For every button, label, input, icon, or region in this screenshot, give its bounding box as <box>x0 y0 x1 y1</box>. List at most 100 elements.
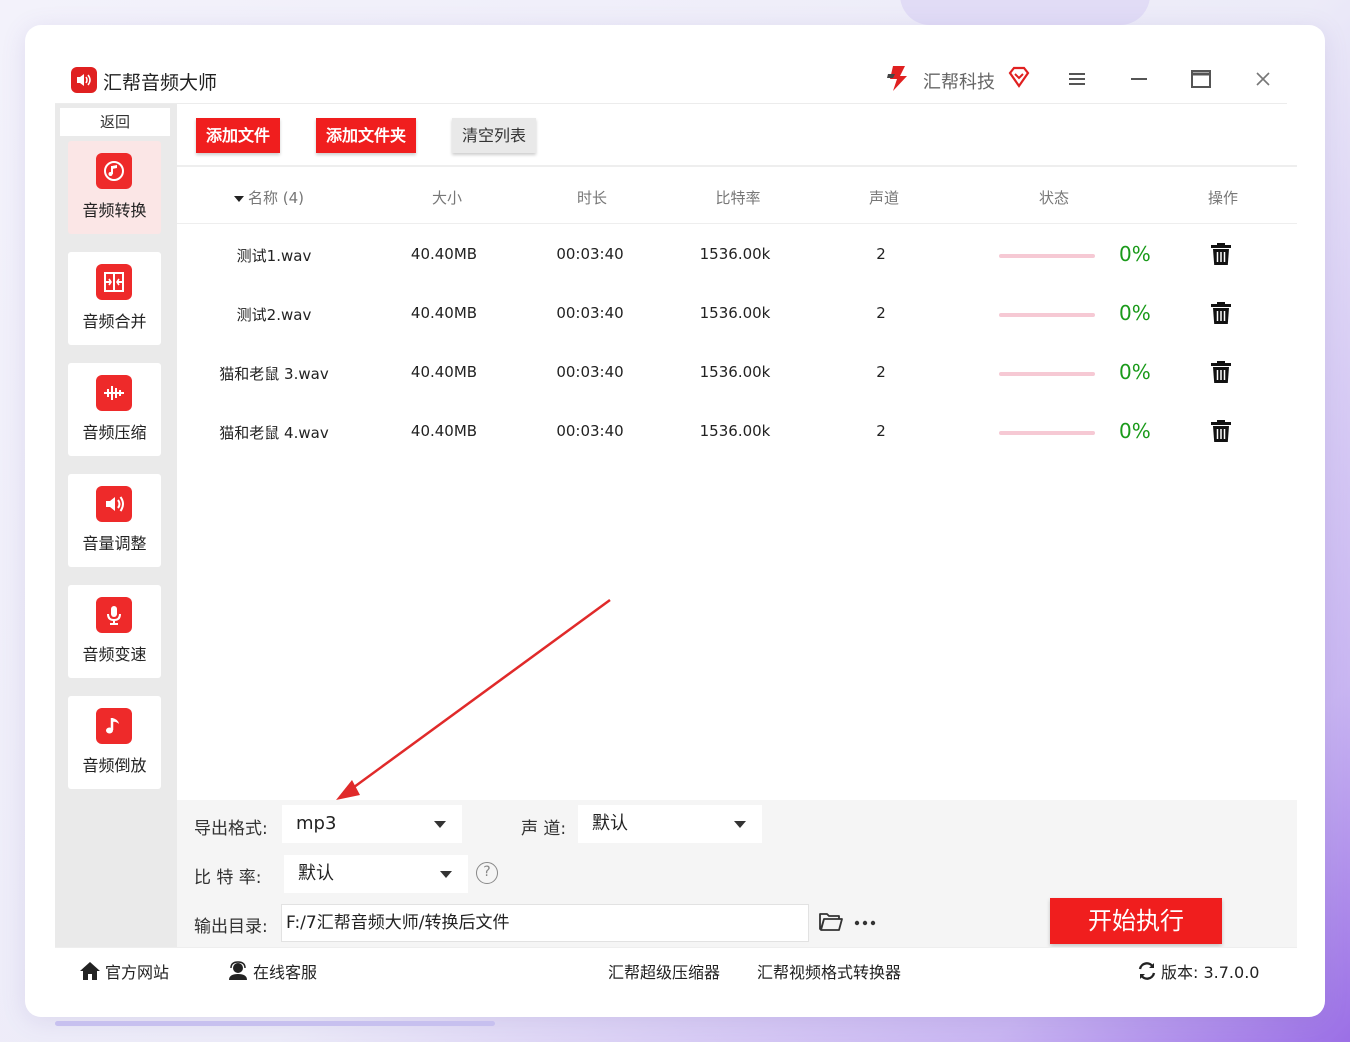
sidebar-item-audio-speed[interactable]: 音频变速 <box>68 585 161 678</box>
status-percent: 0% <box>1119 419 1151 443</box>
cell-name: 测试1.wav <box>236 247 312 265</box>
official-website-link[interactable]: 官方网站 <box>79 959 169 983</box>
bitrate-label: 比 特 率: <box>194 868 262 888</box>
header-duration: 时长 <box>576 189 607 207</box>
progress-bar <box>999 431 1095 435</box>
audio-speed-icon <box>96 597 132 633</box>
cell-bitrate: 1536.00k <box>699 245 771 263</box>
help-icon[interactable]: ? <box>476 862 498 884</box>
cell-bitrate: 1536.00k <box>699 422 771 440</box>
cell-duration: 00:03:40 <box>556 422 624 440</box>
compressor-link[interactable]: 汇帮超级压缩器 <box>608 959 720 983</box>
cell-name: 猫和老鼠 4.wav <box>219 424 329 442</box>
channel-label: 声 道: <box>521 819 567 839</box>
vip-diamond-icon[interactable] <box>1007 65 1031 89</box>
bitrate-select[interactable]: 默认 <box>284 855 468 893</box>
status-percent: 0% <box>1119 360 1151 384</box>
app-title: 汇帮音频大师 <box>103 72 218 94</box>
background-decoration <box>900 0 1150 25</box>
audio-merge-icon <box>96 264 132 300</box>
version-label: 版本: 3.7.0.0 <box>1161 963 1260 982</box>
sidebar-item-audio-merge[interactable]: 音频合并 <box>68 252 161 345</box>
close-icon[interactable] <box>1248 64 1278 94</box>
brand-logo-icon <box>887 66 907 91</box>
cell-channels: 2 <box>876 304 886 322</box>
cell-channels: 2 <box>876 422 886 440</box>
format-select[interactable]: mp3 <box>282 805 462 843</box>
cell-duration: 00:03:40 <box>556 304 624 322</box>
cell-duration: 00:03:40 <box>556 245 624 263</box>
cell-name: 猫和老鼠 3.wav <box>219 365 329 383</box>
more-options-icon[interactable] <box>853 912 877 932</box>
output-path-input[interactable]: F:/7汇帮音频大师/转换后文件 <box>281 904 809 942</box>
official-website-label: 官方网站 <box>105 963 170 982</box>
status-percent: 0% <box>1119 301 1151 325</box>
bitrate-value: 默认 <box>298 863 334 884</box>
cell-bitrate: 1536.00k <box>699 363 771 381</box>
table-row[interactable]: 测试2.wav 40.40MB 00:03:40 1536.00k 2 0% <box>177 284 1297 343</box>
footer: 官方网站 在线客服 汇帮超级压缩器 汇帮视频格式转换器 版本: 3.7.0.0 <box>55 947 1297 989</box>
brand-name: 汇帮科技 <box>923 72 995 93</box>
chevron-down-icon <box>734 821 746 828</box>
cell-size: 40.40MB <box>410 304 478 322</box>
audio-reverse-icon <box>96 708 132 744</box>
add-folder-button[interactable]: 添加文件夹 <box>316 118 417 153</box>
audio-compress-icon <box>96 375 132 411</box>
table-row[interactable]: 猫和老鼠 4.wav 40.40MB 00:03:40 1536.00k 2 0% <box>177 402 1297 461</box>
progress-bar <box>999 254 1095 258</box>
trash-icon[interactable] <box>1210 301 1232 325</box>
header-bitrate: 比特率 <box>715 189 761 207</box>
progress-bar <box>999 313 1095 317</box>
sidebar-item-audio-compress[interactable]: 音频压缩 <box>68 363 161 456</box>
home-icon <box>80 962 100 980</box>
toolbar: 添加文件 添加文件夹 清空列表 <box>177 104 1297 166</box>
maximize-icon[interactable] <box>1186 64 1216 94</box>
trash-icon[interactable] <box>1210 360 1232 384</box>
app-logo-icon <box>71 67 97 93</box>
table-row[interactable]: 测试1.wav 40.40MB 00:03:40 1536.00k 2 0% <box>177 225 1297 284</box>
video-converter-link[interactable]: 汇帮视频格式转换器 <box>757 959 901 983</box>
cell-duration: 00:03:40 <box>556 363 624 381</box>
cell-channels: 2 <box>876 363 886 381</box>
cell-size: 40.40MB <box>410 422 478 440</box>
trash-icon[interactable] <box>1210 419 1232 443</box>
start-button[interactable]: 开始执行 <box>1050 898 1222 944</box>
status-percent: 0% <box>1119 242 1151 266</box>
audio-convert-icon <box>96 153 132 189</box>
header-size: 大小 <box>431 189 462 207</box>
cell-size: 40.40MB <box>410 245 478 263</box>
channel-value: 默认 <box>592 813 628 834</box>
sidebar-item-volume-adjust[interactable]: 音量调整 <box>68 474 161 567</box>
trash-icon[interactable] <box>1210 242 1232 266</box>
sidebar-item-label: 音频压缩 <box>82 423 147 442</box>
header-name[interactable]: 名称 (4) <box>234 187 354 208</box>
background-scroll-bar <box>55 1021 495 1026</box>
table-row[interactable]: 猫和老鼠 3.wav 40.40MB 00:03:40 1536.00k 2 0% <box>177 343 1297 402</box>
sidebar-item-label: 音频转换 <box>82 201 147 220</box>
header-action: 操作 <box>1207 189 1238 207</box>
version-info[interactable]: 版本: 3.7.0.0 <box>1137 959 1259 983</box>
sidebar-item-label: 音量调整 <box>82 534 147 553</box>
progress-bar <box>999 372 1095 376</box>
output-settings: 导出格式: mp3 声 道: 默认 比 特 率: 默认 ? 输出目录: F:/7… <box>177 800 1297 947</box>
sidebar-item-label: 音频变速 <box>82 645 147 664</box>
volume-adjust-icon <box>96 486 132 522</box>
back-button[interactable]: 返回 <box>60 108 170 136</box>
sidebar-item-audio-reverse[interactable]: 音频倒放 <box>68 696 161 789</box>
cell-channels: 2 <box>876 245 886 263</box>
channel-select[interactable]: 默认 <box>578 805 762 843</box>
online-support-link[interactable]: 在线客服 <box>227 959 317 983</box>
sort-caret-icon <box>234 195 244 202</box>
header-name-label: 名称 (4) <box>248 189 305 207</box>
add-file-button[interactable]: 添加文件 <box>196 118 281 153</box>
sidebar-item-audio-convert[interactable]: 音频转换 <box>68 141 161 234</box>
output-dir-label: 输出目录: <box>194 917 268 937</box>
app-window: 汇帮音频大师 汇帮科技 返回 音频转换 音频合并 音频压缩 音量调整 音频变速 … <box>55 52 1297 989</box>
clear-list-button[interactable]: 清空列表 <box>452 118 537 153</box>
format-label: 导出格式: <box>194 819 268 839</box>
menu-icon[interactable] <box>1062 64 1092 94</box>
minimize-icon[interactable] <box>1124 64 1154 94</box>
chevron-down-icon <box>440 871 452 878</box>
cell-name: 测试2.wav <box>236 306 312 324</box>
folder-open-icon[interactable] <box>819 912 843 932</box>
